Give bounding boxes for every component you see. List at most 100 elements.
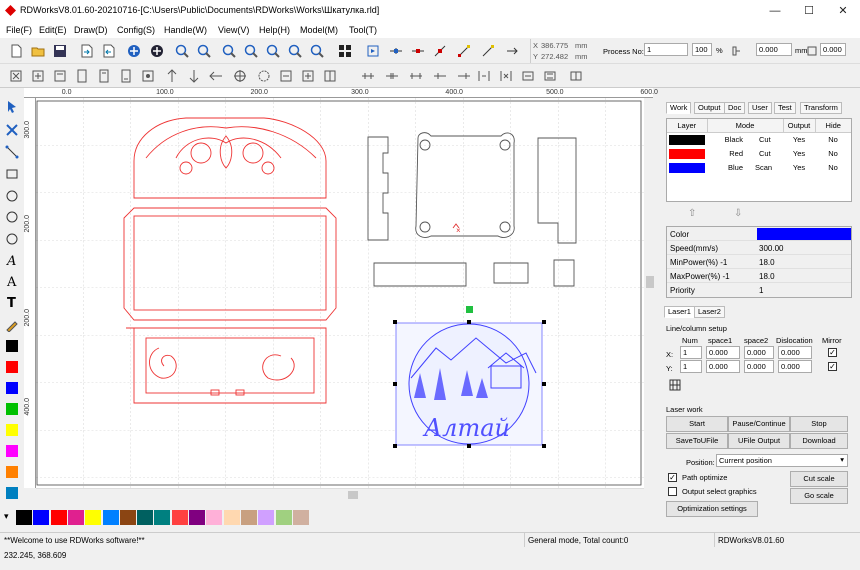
palette-color-swatch[interactable] — [154, 510, 171, 525]
text-tool-icon[interactable]: A — [5, 274, 19, 288]
menu-config[interactable]: Config(S) — [117, 25, 155, 35]
ufile-output-button[interactable]: UFile Output — [728, 433, 790, 449]
space-top-icon[interactable] — [476, 68, 492, 84]
menu-model[interactable]: Model(M) — [300, 25, 338, 35]
layer-swatch-red[interactable] — [6, 361, 18, 373]
save-to-ufile-button[interactable]: SaveToUFile — [666, 433, 728, 449]
palette-color-swatch[interactable] — [206, 510, 223, 525]
layer-row[interactable]: Black Cut Yes No — [667, 132, 851, 147]
x-space1-input[interactable]: 0.000 — [706, 346, 740, 359]
dist-h-icon[interactable] — [256, 68, 272, 84]
palette-color-swatch[interactable] — [275, 510, 292, 525]
rotate-handle[interactable] — [466, 306, 473, 313]
minimize-icon[interactable]: — — [758, 0, 792, 22]
layer-row[interactable]: Red Cut Yes No — [667, 147, 851, 161]
prop-minpower-value[interactable]: 18.0 — [759, 258, 775, 267]
palette-color-swatch[interactable] — [258, 510, 275, 525]
dist-v-icon[interactable] — [278, 68, 294, 84]
palette-color-swatch[interactable] — [85, 510, 102, 525]
layer-swatch-magenta[interactable] — [6, 445, 18, 457]
polygon-tool-icon[interactable] — [5, 232, 19, 246]
palette-color-swatch[interactable] — [223, 510, 240, 525]
palette-color-swatch[interactable] — [171, 510, 188, 525]
space-h-icon[interactable] — [360, 68, 376, 84]
align-center-icon[interactable] — [140, 68, 156, 84]
lock-ratio-icon[interactable] — [728, 43, 744, 59]
optimization-settings-button[interactable]: Optimization settings — [666, 501, 758, 517]
layer-swatch-black[interactable] — [6, 340, 18, 352]
palette-color-swatch[interactable] — [16, 510, 32, 525]
tab-doc[interactable]: Doc — [724, 102, 746, 114]
cut-scale-button[interactable]: Cut scale — [790, 471, 848, 487]
space-equal-icon[interactable] — [408, 68, 424, 84]
circle-tool-icon[interactable] — [5, 189, 19, 203]
zoom-fit-icon[interactable] — [309, 43, 325, 59]
tab-laser2[interactable]: Laser2 — [694, 306, 725, 318]
align-hcenter-icon[interactable] — [96, 68, 112, 84]
horizontal-scrollbar[interactable] — [36, 488, 644, 500]
curve-text-icon[interactable]: A — [5, 253, 19, 267]
edit-nodes-icon[interactable] — [5, 123, 19, 137]
upload-icon[interactable] — [126, 43, 142, 59]
align-left-icon[interactable] — [8, 68, 24, 84]
close-icon[interactable]: ✕ — [826, 0, 860, 22]
palette-menu-icon[interactable]: ▾ — [4, 511, 9, 522]
zoom-out-icon[interactable] — [196, 43, 212, 59]
space-v-icon[interactable] — [384, 68, 400, 84]
download-icon[interactable] — [149, 43, 165, 59]
y-dislocation-input[interactable]: 0.000 — [778, 360, 812, 373]
array-icon[interactable] — [337, 43, 353, 59]
zoom-select-icon[interactable] — [265, 43, 281, 59]
line-tool-icon[interactable] — [5, 145, 19, 159]
design-canvas[interactable]: × Алтай — [36, 98, 644, 488]
palette-color-swatch[interactable] — [50, 510, 67, 525]
palette-color-swatch[interactable] — [137, 510, 154, 525]
distribute-icon[interactable] — [568, 68, 584, 84]
y-space1-input[interactable]: 0.000 — [706, 360, 740, 373]
tab-work[interactable]: Work — [666, 102, 692, 114]
height-input[interactable]: 0.000 — [820, 43, 846, 56]
layer-swatch-green[interactable] — [6, 403, 18, 415]
mirror-icon[interactable] — [322, 68, 338, 84]
y-mirror-checkbox[interactable]: ✓ — [828, 362, 837, 371]
same-height-icon[interactable] — [186, 68, 202, 84]
page-center-icon[interactable] — [232, 68, 248, 84]
prop-priority-value[interactable]: 1 — [759, 286, 763, 295]
menu-edit[interactable]: Edit(E) — [39, 25, 67, 35]
tab-transform[interactable]: Transform — [800, 102, 842, 114]
palette-color-swatch[interactable] — [240, 510, 257, 525]
layer-output[interactable]: Yes — [783, 147, 815, 161]
tab-laser1[interactable]: Laser1 — [664, 306, 695, 318]
go-scale-button[interactable]: Go scale — [790, 488, 848, 504]
vertical-scrollbar[interactable] — [644, 98, 656, 488]
maximize-icon[interactable]: ☐ — [792, 0, 826, 22]
x-space2-input[interactable]: 0.000 — [744, 346, 774, 359]
x-dislocation-input[interactable]: 0.000 — [778, 346, 812, 359]
start-button[interactable]: Start — [666, 416, 728, 432]
align-right-icon[interactable] — [30, 68, 46, 84]
palette-color-swatch[interactable] — [33, 510, 50, 525]
layer-hide[interactable]: No — [815, 147, 851, 161]
menu-draw[interactable]: Draw(D) — [74, 25, 108, 35]
layer-swatch-yellow[interactable] — [6, 424, 18, 436]
layer-swatch-blue[interactable] — [6, 382, 18, 394]
process-no-input[interactable]: 1 — [644, 43, 688, 56]
palette-color-swatch[interactable] — [67, 510, 84, 525]
node-delete-icon[interactable] — [432, 43, 448, 59]
same-width-icon[interactable] — [164, 68, 180, 84]
import-icon[interactable] — [79, 43, 95, 59]
stop-button[interactable]: Stop — [790, 416, 848, 432]
align-top-icon[interactable] — [52, 68, 68, 84]
x-mirror-checkbox[interactable]: ✓ — [828, 348, 837, 357]
menu-handle[interactable]: Handle(W) — [164, 25, 207, 35]
output-select-checkbox[interactable] — [668, 487, 677, 496]
open-folder-icon[interactable] — [30, 43, 46, 59]
array-preview-icon[interactable] — [668, 378, 682, 392]
space-even-icon[interactable] — [542, 68, 558, 84]
ellipse-tool-icon[interactable] — [5, 210, 19, 224]
node-add-icon[interactable] — [410, 43, 426, 59]
space-right-icon[interactable] — [456, 68, 472, 84]
prop-speed-value[interactable]: 300.00 — [759, 244, 783, 253]
layer-row[interactable]: Blue Scan Yes No — [667, 161, 851, 175]
path-optimize-checkbox[interactable]: ✓ — [668, 473, 677, 482]
